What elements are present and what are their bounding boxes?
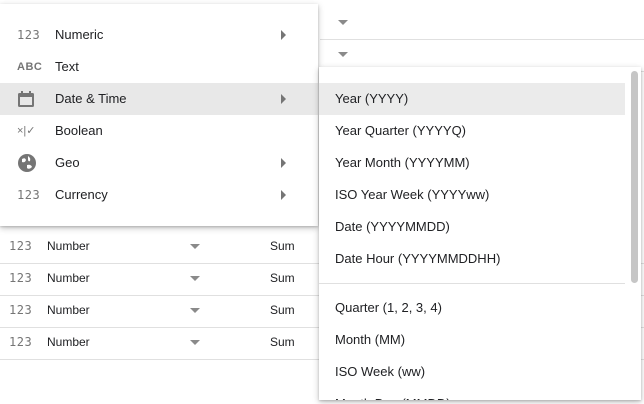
globe-icon: [17, 153, 41, 173]
menu-item-geo[interactable]: Geo: [0, 147, 318, 179]
numeric-type-icon: 123: [9, 271, 33, 285]
submenu-item-month-day[interactable]: Month Day (MMDD): [319, 388, 625, 400]
submenu-item-quarter[interactable]: Quarter (1, 2, 3, 4): [319, 292, 625, 324]
menu-item-label: Boolean: [55, 123, 103, 138]
menu-item-label: Geo: [55, 155, 80, 170]
chevron-right-icon: [281, 94, 286, 104]
aggregation-label[interactable]: Sum: [270, 239, 295, 253]
menu-item-text[interactable]: ABC Text: [0, 51, 318, 83]
calendar-icon: [17, 90, 41, 108]
numeric-type-icon: 123: [9, 239, 33, 253]
chevron-right-icon: [281, 158, 286, 168]
field-type-label[interactable]: Number: [47, 271, 90, 285]
field-type-menu: 123 Numeric ABC Text Date & Time ×|✓ Boo…: [0, 4, 318, 226]
submenu-item-year[interactable]: Year (YYYY): [319, 83, 625, 115]
menu-item-label: Currency: [55, 187, 108, 202]
menu-item-date-time[interactable]: Date & Time: [0, 83, 318, 115]
submenu-item-date[interactable]: Date (YYYYMMDD): [319, 211, 625, 243]
menu-item-label: Date & Time: [55, 91, 127, 106]
chevron-right-icon: [281, 190, 286, 200]
type-dropdown-arrow-icon[interactable]: [190, 276, 200, 281]
date-format-submenu: Year (YYYY) Year Quarter (YYYYQ) Year Mo…: [319, 67, 641, 400]
currency-icon: 123: [17, 188, 41, 202]
type-dropdown-arrow-icon[interactable]: [190, 340, 200, 345]
menu-item-boolean[interactable]: ×|✓ Boolean: [0, 115, 318, 147]
menu-item-numeric[interactable]: 123 Numeric: [0, 19, 318, 51]
type-dropdown-arrow-icon[interactable]: [190, 308, 200, 313]
menu-item-label: Numeric: [55, 27, 104, 42]
submenu-item-year-month[interactable]: Year Month (YYYYMM): [319, 147, 625, 179]
numeric-type-icon: 123: [9, 303, 33, 317]
chevron-down-icon[interactable]: [338, 52, 348, 57]
submenu-item-iso-year-week[interactable]: ISO Year Week (YYYYww): [319, 179, 625, 211]
field-type-label[interactable]: Number: [47, 239, 90, 253]
field-type-label[interactable]: Number: [47, 303, 90, 317]
submenu-item-year-quarter[interactable]: Year Quarter (YYYYQ): [319, 115, 625, 147]
type-dropdown-arrow-icon[interactable]: [190, 244, 200, 249]
numeric-icon: 123: [17, 28, 41, 42]
field-type-label[interactable]: Number: [47, 335, 90, 349]
aggregation-label[interactable]: Sum: [270, 335, 295, 349]
aggregation-label[interactable]: Sum: [270, 271, 295, 285]
bg-row-top-1: [320, 7, 644, 40]
submenu-item-iso-week[interactable]: ISO Week (ww): [319, 356, 625, 388]
menu-item-currency[interactable]: 123 Currency: [0, 179, 318, 211]
submenu-scrollbar[interactable]: [627, 67, 641, 400]
submenu-item-month[interactable]: Month (MM): [319, 324, 625, 356]
chevron-right-icon: [281, 30, 286, 40]
chevron-down-icon[interactable]: [338, 20, 348, 25]
boolean-icon: ×|✓: [17, 125, 36, 137]
aggregation-label[interactable]: Sum: [270, 303, 295, 317]
menu-item-label: Text: [55, 59, 79, 74]
submenu-divider: [319, 283, 625, 284]
submenu-item-date-hour[interactable]: Date Hour (YYYYMMDDHH): [319, 243, 625, 275]
numeric-type-icon: 123: [9, 335, 33, 349]
scrollbar-thumb[interactable]: [631, 71, 638, 283]
text-icon: ABC: [17, 61, 43, 73]
